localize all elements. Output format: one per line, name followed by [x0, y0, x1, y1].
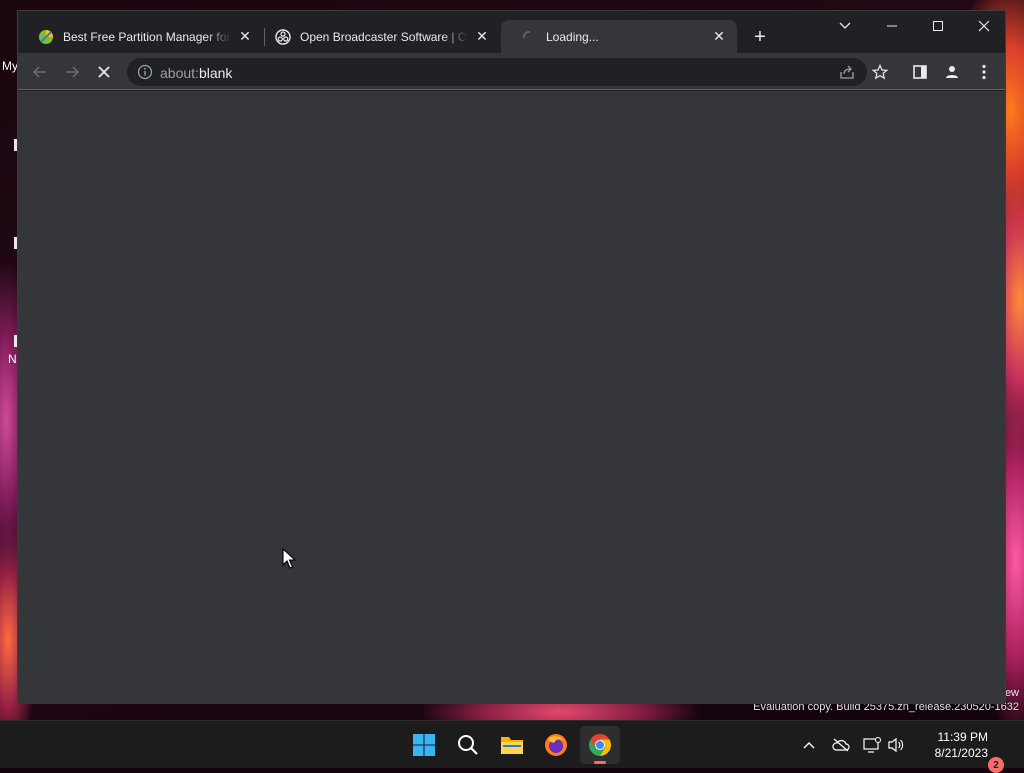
- tab-title: Best Free Partition Manager for Windows: [63, 29, 231, 44]
- tab-partition-manager[interactable]: Best Free Partition Manager for Windows …: [18, 20, 263, 53]
- tab-search-button[interactable]: [822, 11, 868, 41]
- close-icon[interactable]: ✕: [711, 28, 727, 45]
- active-app-indicator: [594, 761, 606, 764]
- windows-start-icon: [413, 734, 435, 756]
- profile-icon: [946, 66, 958, 78]
- tab-loading[interactable]: Loading... ✕: [501, 20, 737, 53]
- file-explorer-icon: [501, 737, 523, 754]
- browser-toolbar: about:blank: [18, 53, 1005, 90]
- star-icon: [872, 64, 888, 80]
- url-path: blank: [198, 65, 233, 81]
- clock-date: 8/21/2023: [934, 746, 988, 760]
- clock[interactable]: 11:39 PM 8/21/2023: [912, 729, 988, 761]
- cloud-off-icon: [832, 738, 850, 752]
- start-button[interactable]: [404, 726, 444, 764]
- notification-badge[interactable]: 2: [988, 757, 1004, 773]
- maximize-icon: [933, 21, 943, 31]
- close-icon[interactable]: ✕: [474, 28, 490, 45]
- file-explorer-button[interactable]: [492, 726, 532, 764]
- onedrive-button[interactable]: [831, 735, 851, 755]
- network-button[interactable]: [862, 735, 882, 755]
- speaker-icon: [888, 737, 904, 753]
- taskbar: 11:39 PM 8/21/2023 2: [0, 720, 1024, 773]
- mouse-cursor-icon: [282, 548, 296, 569]
- chrome-icon: [589, 734, 611, 756]
- search-icon: [458, 735, 478, 755]
- show-hidden-icons-button[interactable]: [799, 735, 819, 755]
- chevron-down-icon: [839, 22, 851, 29]
- chevron-up-icon: [803, 742, 815, 749]
- obs-icon: [275, 28, 291, 45]
- url-scheme: about:: [160, 65, 199, 81]
- url-text[interactable]: about:blank: [160, 65, 232, 81]
- desktop-icon-label[interactable]: My: [2, 59, 18, 73]
- tab-title: Open Broadcaster Software | OBS: [300, 29, 468, 44]
- chrome-window: Best Free Partition Manager for Windows …: [17, 10, 1006, 704]
- menu-icon: [982, 64, 986, 80]
- desktop-icon-label[interactable]: N: [8, 352, 17, 366]
- profile-button[interactable]: [939, 59, 965, 85]
- partition-wizard-icon: [38, 29, 54, 45]
- minimize-icon: [887, 25, 897, 27]
- forward-icon: [66, 66, 80, 78]
- side-panel-button[interactable]: [907, 59, 933, 85]
- tab-strip: Best Free Partition Manager for Windows …: [18, 11, 1005, 53]
- forward-button[interactable]: [59, 59, 85, 85]
- back-icon: [32, 66, 46, 78]
- watermark-text: ew: [1004, 687, 1019, 699]
- stop-icon: [98, 66, 110, 78]
- share-icon: [840, 65, 854, 79]
- tab-title: Loading...: [546, 29, 599, 44]
- menu-button[interactable]: [971, 59, 997, 85]
- share-button[interactable]: [834, 59, 860, 85]
- new-tab-button[interactable]: +: [748, 25, 772, 49]
- close-icon[interactable]: ✕: [237, 28, 253, 45]
- page-content[interactable]: [18, 91, 1005, 704]
- info-icon[interactable]: [137, 64, 153, 80]
- firefox-icon: [545, 734, 567, 756]
- address-bar[interactable]: about:blank: [127, 58, 867, 86]
- chrome-button[interactable]: [580, 726, 620, 764]
- maximize-button[interactable]: [915, 11, 961, 41]
- volume-button[interactable]: [886, 735, 906, 755]
- stop-button[interactable]: [91, 59, 117, 85]
- side-panel-icon: [913, 65, 927, 79]
- network-icon: [863, 737, 881, 753]
- back-button[interactable]: [27, 59, 53, 85]
- search-button[interactable]: [448, 726, 488, 764]
- close-window-button[interactable]: [961, 11, 1007, 41]
- minimize-button[interactable]: [869, 11, 915, 41]
- clock-time: 11:39 PM: [937, 730, 988, 744]
- tab-obs[interactable]: Open Broadcaster Software | OBS ✕: [255, 20, 500, 53]
- firefox-button[interactable]: [536, 726, 576, 764]
- bookmark-button[interactable]: [867, 59, 893, 85]
- close-icon: [978, 20, 990, 32]
- loading-spinner-icon: [521, 29, 537, 45]
